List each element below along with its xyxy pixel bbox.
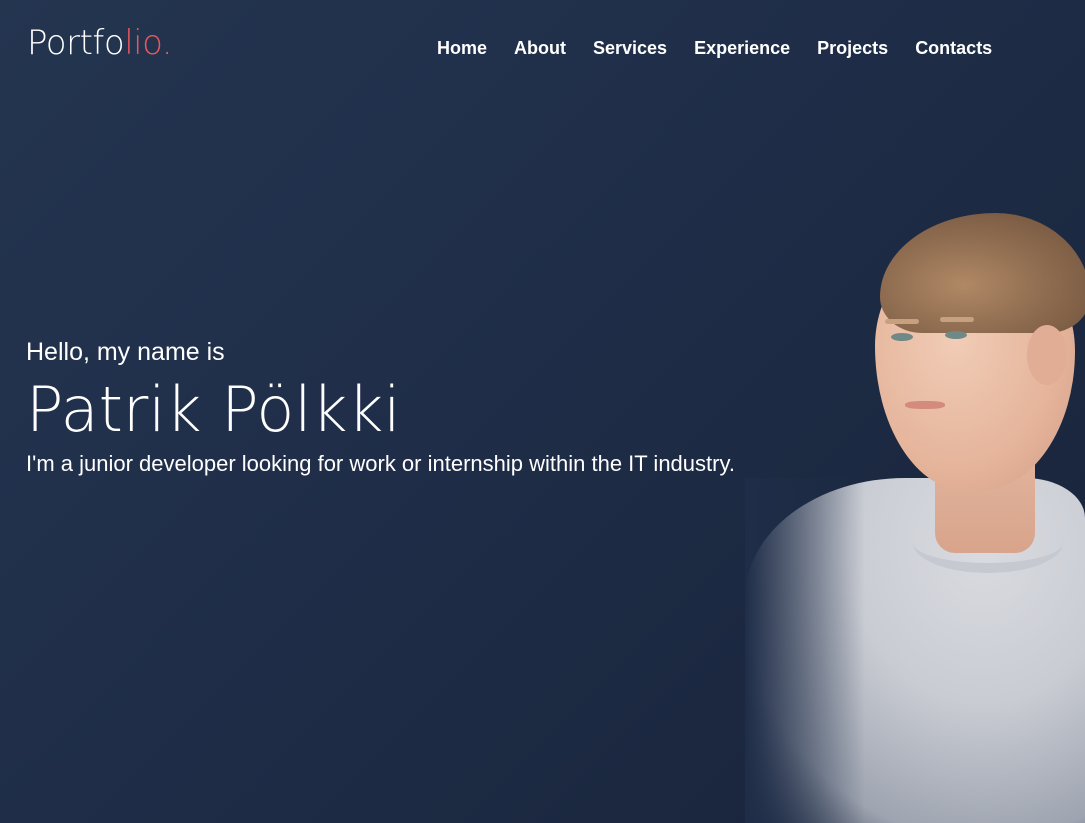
nav-item-experience[interactable]: Experience [694, 37, 790, 59]
portrait-eye-left [891, 333, 913, 341]
portrait-eye-right [945, 331, 967, 339]
profile-photo [745, 213, 1085, 823]
nav-item-contacts[interactable]: Contacts [915, 37, 992, 59]
nav-item-home[interactable]: Home [437, 37, 487, 59]
nav-item-services[interactable]: Services [593, 37, 667, 59]
site-logo[interactable]: Portfolio. [27, 23, 173, 63]
portrait-brow-right [940, 317, 974, 322]
portrait-brow-left [885, 319, 919, 324]
portrait-collar [913, 513, 1063, 573]
portrait-ear [1027, 325, 1067, 385]
nav-item-about[interactable]: About [514, 37, 566, 59]
logo-accent-text: lio. [124, 23, 173, 63]
portrait-lips [905, 401, 945, 409]
nav-item-projects[interactable]: Projects [817, 37, 888, 59]
portrait-fade [745, 478, 865, 823]
hero-section: Hello, my name is Patrik Pölkki I'm a ju… [26, 336, 735, 478]
logo-main-text: Portfo [27, 23, 125, 63]
hero-greeting: Hello, my name is [26, 338, 225, 366]
portrait-hair [880, 213, 1085, 333]
hero-tagline: I'm a junior developer looking for work … [26, 451, 735, 476]
hero-name: Patrik Pölkki [26, 373, 401, 446]
main-nav: Home About Services Experience Projects … [437, 37, 992, 59]
